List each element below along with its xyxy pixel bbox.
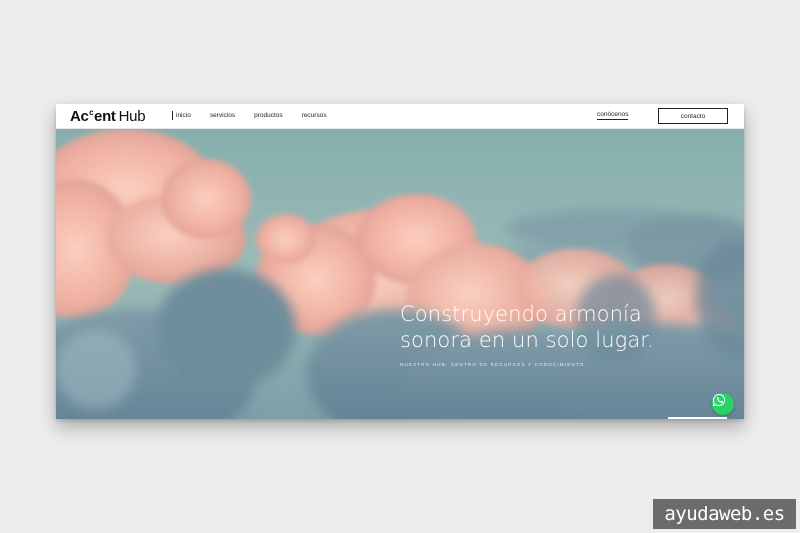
nav-divider	[172, 111, 173, 120]
hero-headline-line2: sonora en un solo lugar.	[400, 328, 654, 352]
nav-link-productos[interactable]: productos	[254, 112, 283, 119]
nav-link-inicio[interactable]: inicio	[176, 112, 191, 119]
whatsapp-icon[interactable]	[712, 393, 734, 415]
hero-divider	[668, 417, 727, 419]
website-preview-frame: Ac c ent Hub inicio servicios productos …	[56, 104, 744, 419]
nav-link-conocenos[interactable]: conócenos	[597, 111, 629, 120]
hero-subline: NUESTRO HUB: CENTRO DE RECURSOS Y CONOCI…	[400, 362, 585, 367]
logo-text-suffix: ent	[94, 108, 116, 125]
contact-button[interactable]: contacto	[658, 108, 728, 124]
hero-headline-line1: Construyendo armonía	[400, 302, 642, 326]
logo-text-hub: Hub	[118, 108, 146, 125]
logo-text-prefix: Ac	[70, 108, 89, 125]
hero-headline: Construyendo armonía sonora en un solo l…	[400, 301, 730, 353]
hero-section: Construyendo armonía sonora en un solo l…	[56, 129, 744, 419]
nav-link-servicios[interactable]: servicios	[210, 112, 235, 119]
watermark-label: ayudaweb.es	[653, 499, 796, 529]
main-nav: inicio servicios productos recursos	[172, 111, 346, 120]
logo-text-superscript: c	[89, 108, 94, 117]
brand-logo[interactable]: Ac c ent Hub	[70, 108, 146, 126]
nav-link-recursos[interactable]: recursos	[302, 112, 327, 119]
hero-cloud-background	[56, 129, 744, 419]
top-navbar: Ac c ent Hub inicio servicios productos …	[56, 104, 744, 129]
whatsapp-glyph	[712, 393, 726, 407]
